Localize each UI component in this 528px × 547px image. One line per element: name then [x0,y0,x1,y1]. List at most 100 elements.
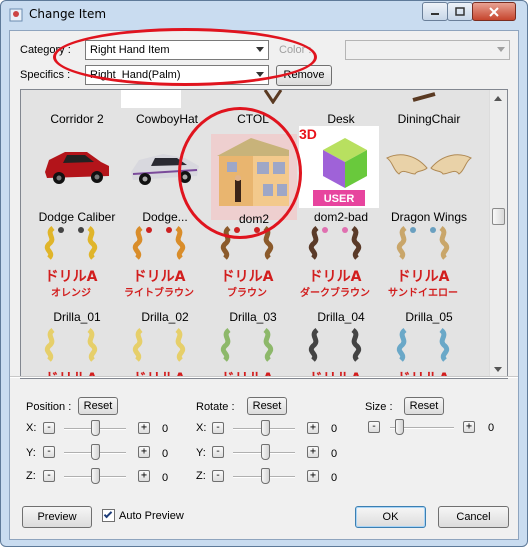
cowboyhat-thumbnail[interactable] [121,90,181,108]
user-3d-cube-icon: USER 3D [299,126,379,208]
title-bar: Change Item [1,1,527,29]
gallery-scrollbar[interactable] [489,90,507,378]
twin-drills-icon [308,226,362,260]
preview-button[interactable]: Preview [22,506,92,528]
position-z-plus[interactable]: + [138,470,150,482]
chevron-down-icon [256,47,264,52]
item-name-diningchair[interactable]: DiningChair [385,112,473,126]
item-name-dom2-bad[interactable]: dom2-bad [297,210,385,224]
scroll-up-icon[interactable] [494,96,502,101]
size-value: 0 [488,422,495,434]
size-plus[interactable]: + [463,421,475,433]
position-reset-button[interactable]: Reset [78,397,118,415]
item-name-drilla-05[interactable]: Drilla_05 [385,310,473,324]
drilla-thumbnail[interactable]: ドリルA サンドイエロー [388,226,471,302]
rotate-y-minus[interactable]: - [212,446,224,458]
drilla-caption-2: サンドイエロー [388,288,458,299]
rotate-x-value: 0 [331,423,338,435]
close-button[interactable] [472,2,516,21]
auto-preview-checkbox[interactable] [102,509,115,522]
item-name-dodge-caliber[interactable]: Dodge Caliber [33,210,121,224]
color-label: Color : [279,44,312,56]
category-combo[interactable]: Right Hand Item [85,40,269,60]
item-name-drilla-02[interactable]: Drilla_02 [121,310,209,324]
drilla-thumbnail[interactable]: ドリルA ブラウン [215,226,295,302]
specifics-combo[interactable]: Right_Hand(Palm) [85,65,269,85]
rotate-z-plus[interactable]: + [307,470,319,482]
item-name-drilla-03[interactable]: Drilla_03 [209,310,297,324]
rotate-z-minus[interactable]: - [212,470,224,482]
rotate-reset-button[interactable]: Reset [247,397,287,415]
rotate-z-label: Z: [196,470,206,482]
rotate-z-value: 0 [331,472,338,484]
drilla-caption-1: ドリルA [220,269,274,285]
position-x-minus[interactable]: - [43,422,55,434]
drilla-caption-1: ドリルA [44,269,98,285]
size-slider[interactable] [395,419,404,435]
category-value: Right Hand Item [90,44,170,56]
item-name-drilla-04[interactable]: Drilla_04 [297,310,385,324]
position-x-plus[interactable]: + [138,422,150,434]
dialog-client: Category : Right Hand Item Color : Speci… [9,28,519,540]
rotate-y-plus[interactable]: + [307,446,319,458]
section-divider [10,376,518,378]
position-y-label: Y: [26,447,36,459]
dragon-wings-thumbnail[interactable] [385,148,473,182]
rotate-y-label: Y: [196,447,206,459]
ctol-thumbnail[interactable] [263,90,283,104]
maximize-button[interactable] [447,2,473,21]
drilla-caption-1: ドリルA [132,269,186,285]
rotate-x-label: X: [196,422,207,434]
item-name-dom2[interactable]: dom2 [210,212,298,226]
item-name-dodge[interactable]: Dodge... [121,210,209,224]
dom2-thumbnail[interactable] [211,134,297,220]
drilla-thumbnail[interactable]: ドリルA ライトブラウン [124,226,207,302]
rotate-x-minus[interactable]: - [212,422,224,434]
window-title: Change Item [29,7,107,21]
position-y-minus[interactable]: - [43,446,55,458]
position-y-slider[interactable] [91,444,100,460]
rotate-z-slider[interactable] [261,468,270,484]
drilla-thumbnail[interactable]: ドリルA ダークブラウン [300,226,383,302]
scroll-down-icon[interactable] [494,367,502,372]
drilla-caption-2: ダークブラウン [300,288,370,299]
position-x-slider[interactable] [91,420,100,436]
rotate-x-plus[interactable]: + [307,422,319,434]
auto-preview-label[interactable]: Auto Preview [119,510,184,522]
close-icon [489,6,499,17]
house-icon [217,138,289,206]
scrollbar-thumb[interactable] [492,208,505,225]
item-name-drilla-01[interactable]: Drilla_01 [33,310,121,324]
item-name-corridor2[interactable]: Corridor 2 [33,112,121,126]
size-reset-button[interactable]: Reset [404,397,444,415]
item-name-cowboyhat[interactable]: CowboyHat [123,112,211,126]
size-minus[interactable]: - [368,421,380,433]
rotate-y-slider[interactable] [261,444,270,460]
cancel-button[interactable]: Cancel [438,506,509,528]
drilla-caption-1: ドリルA [308,269,362,285]
position-label: Position : [26,401,72,413]
diningchair-thumbnail[interactable] [411,90,437,104]
item-name-desk[interactable]: Desk [297,112,385,126]
item-gallery: Corridor 2 CowboyHat CTOL Desk DiningCha… [20,89,508,379]
item-name-ctol[interactable]: CTOL [209,112,297,126]
ok-button[interactable]: OK [355,506,426,528]
rotate-label: Rotate : [196,401,235,413]
dom2-bad-thumbnail[interactable]: USER 3D [299,126,379,208]
position-z-slider[interactable] [91,468,100,484]
dodge-caliber-thumbnail[interactable] [39,138,115,188]
app-icon [9,8,23,22]
change-item-window: Change Item Category : Right Hand Item C… [0,0,528,547]
twin-drills-icon [132,226,186,260]
position-z-minus[interactable]: - [43,470,55,482]
position-y-plus[interactable]: + [138,446,150,458]
color-combo[interactable] [345,40,510,60]
rotate-x-slider[interactable] [261,420,270,436]
dodge-thumbnail[interactable] [127,140,203,190]
position-y-value: 0 [162,448,169,460]
remove-button[interactable]: Remove [276,65,332,86]
category-label: Category : [20,44,71,56]
drilla-thumbnail[interactable]: ドリルA オレンジ [39,226,119,302]
minimize-button[interactable] [422,2,448,21]
item-name-dragon-wings[interactable]: Dragon Wings [385,210,473,224]
